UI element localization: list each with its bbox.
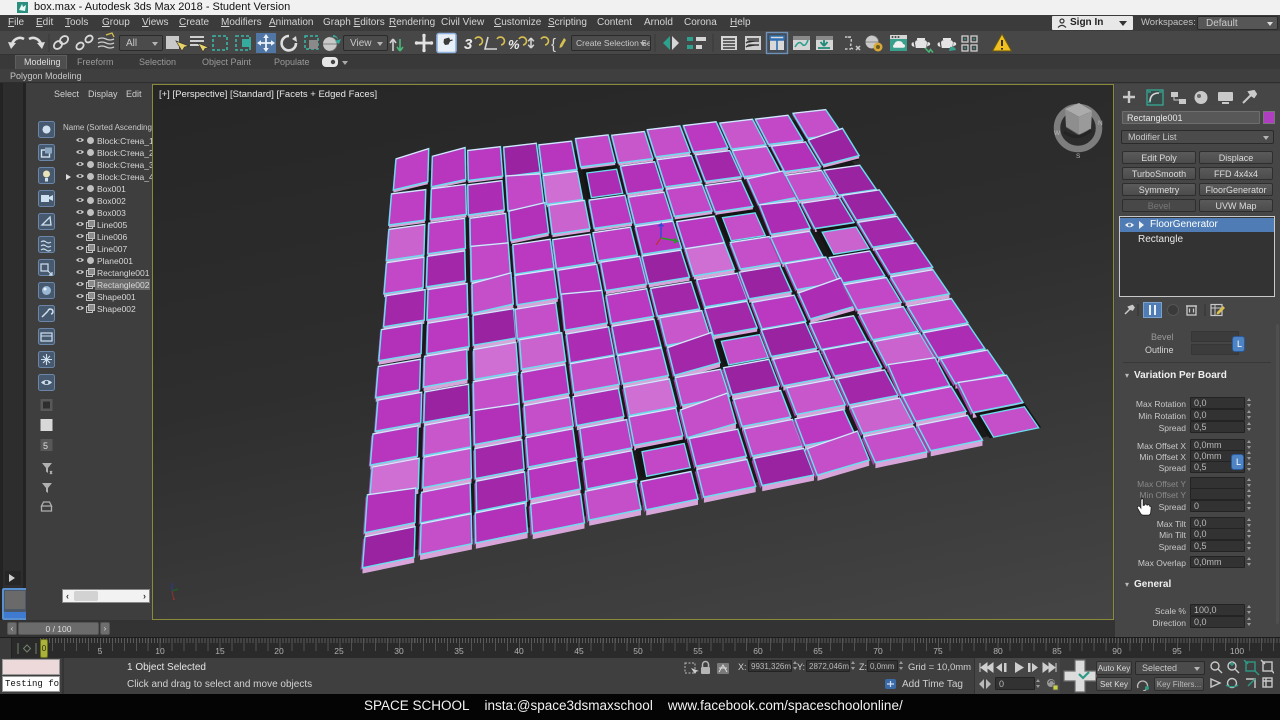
svg-text:{: { (551, 36, 556, 53)
svg-text:N: N (1098, 120, 1103, 127)
svg-text:%: % (508, 37, 520, 52)
svg-text:S: S (1076, 153, 1081, 160)
svg-text:5: 5 (43, 441, 48, 451)
svg-text:W: W (1054, 130, 1061, 137)
svg-text:3: 3 (464, 36, 473, 53)
